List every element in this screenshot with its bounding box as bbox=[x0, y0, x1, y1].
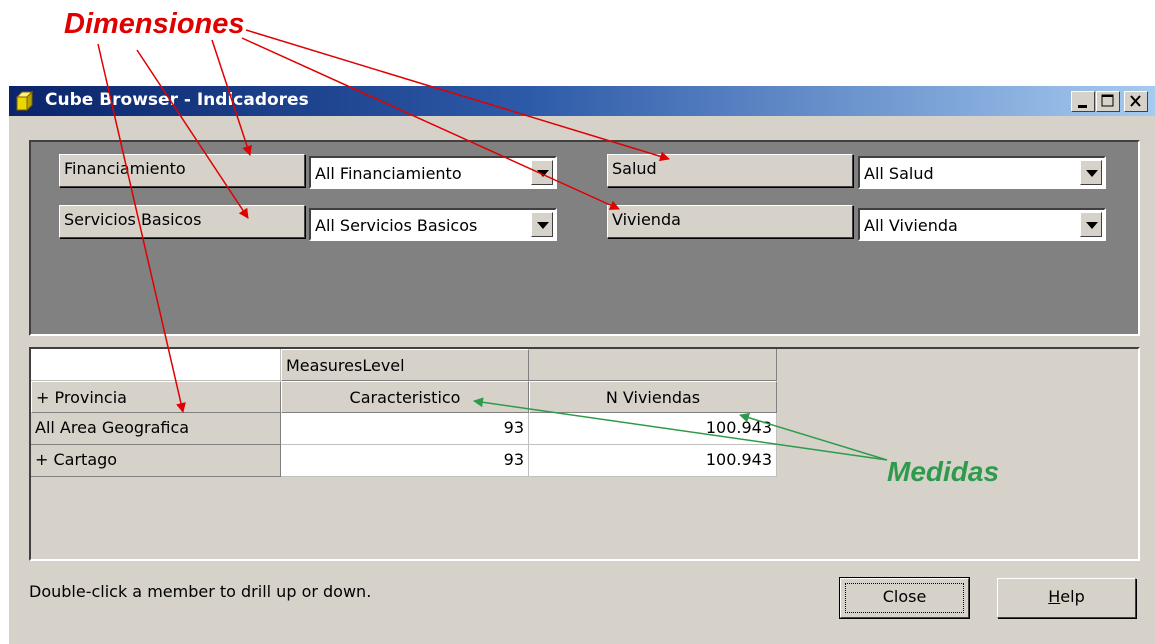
arrow-to-caracteristico bbox=[473, 397, 888, 461]
arrow-to-servicios-basicos bbox=[136, 49, 249, 219]
arrow-to-financiamiento bbox=[211, 39, 252, 156]
annotation-arrows bbox=[97, 29, 888, 461]
arrow-to-salud bbox=[245, 29, 670, 162]
arrow-to-vivienda bbox=[241, 37, 620, 210]
arrow-to-n-viviendas bbox=[739, 412, 888, 461]
